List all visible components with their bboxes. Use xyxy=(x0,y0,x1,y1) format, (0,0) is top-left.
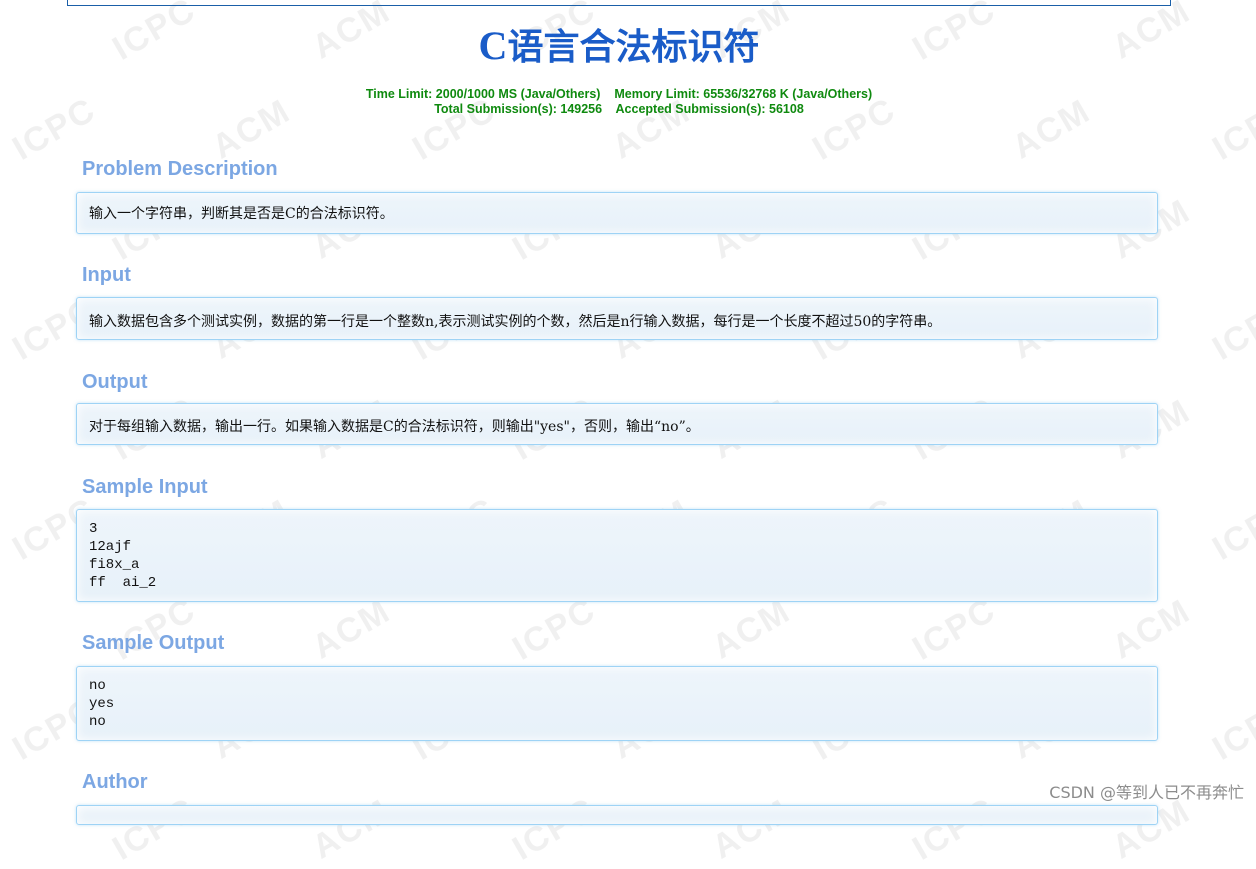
watermark-text: ACM xyxy=(705,591,798,667)
watermark-text: ACM xyxy=(305,591,398,667)
section-title-sample-output: Sample Output xyxy=(82,632,225,654)
watermark-text: ICPC xyxy=(506,590,603,668)
title-rest: 语言合法标识符 xyxy=(507,27,760,68)
top-frame-border xyxy=(67,0,1171,6)
limits-line-1: Time Limit: 2000/1000 MS (Java/Others) M… xyxy=(365,87,873,101)
panel-description: 输入一个字符串，判断其是否是C的合法标识符。 xyxy=(76,192,1158,234)
watermark-text: ICPC xyxy=(1206,490,1256,568)
panel-sample-input: 3 12ajf fi8x_a ff ai_2 xyxy=(76,509,1158,602)
watermark-text: ICPC xyxy=(506,790,603,868)
limits-line-2: Total Submission(s): 149256 Accepted Sub… xyxy=(434,102,804,116)
watermark-text: ICPC xyxy=(1206,290,1256,368)
sample-input-text: 3 12ajf fi8x_a ff ai_2 xyxy=(89,521,157,591)
limits-info: Time Limit: 2000/1000 MS (Java/Others) M… xyxy=(0,87,1238,117)
section-title-sample-input: Sample Input xyxy=(82,476,208,498)
section-title-description: Problem Description xyxy=(82,158,278,180)
watermark-text: ACM xyxy=(1105,591,1198,667)
csdn-credit: CSDN @等到人已不再奔忙 xyxy=(1049,783,1244,802)
output-text: 对于每组输入数据，输出一行。如果输入数据是C的合法标识符，则输出"yes"，否则… xyxy=(89,419,700,435)
page-title: C语言合法标识符 xyxy=(0,18,1238,70)
section-title-input: Input xyxy=(82,264,131,286)
watermark-text: ACM xyxy=(705,791,798,867)
input-text: 输入数据包含多个测试实例，数据的第一行是一个整数n,表示测试实例的个数，然后是n… xyxy=(89,314,942,330)
watermark-text: ICPC xyxy=(906,790,1003,868)
watermark-text: ACM xyxy=(305,791,398,867)
watermark-text: ACM xyxy=(1105,791,1198,867)
watermark-text: ICPC xyxy=(106,790,203,868)
panel-output: 对于每组输入数据，输出一行。如果输入数据是C的合法标识符，则输出"yes"，否则… xyxy=(76,403,1158,445)
watermark-text: ICPC xyxy=(106,590,203,668)
panel-author xyxy=(76,805,1158,825)
sample-output-text: no yes no xyxy=(89,678,115,730)
watermark-text: ICPC xyxy=(1206,690,1256,768)
description-text: 输入一个字符串，判断其是否是C的合法标识符。 xyxy=(89,206,394,222)
panel-input: 输入数据包含多个测试实例，数据的第一行是一个整数n,表示测试实例的个数，然后是n… xyxy=(76,297,1158,340)
panel-sample-output: no yes no xyxy=(76,666,1158,741)
title-lead: C xyxy=(478,23,508,68)
section-title-author: Author xyxy=(82,771,148,793)
watermark-text: ICPC xyxy=(906,590,1003,668)
section-title-output: Output xyxy=(82,371,148,393)
